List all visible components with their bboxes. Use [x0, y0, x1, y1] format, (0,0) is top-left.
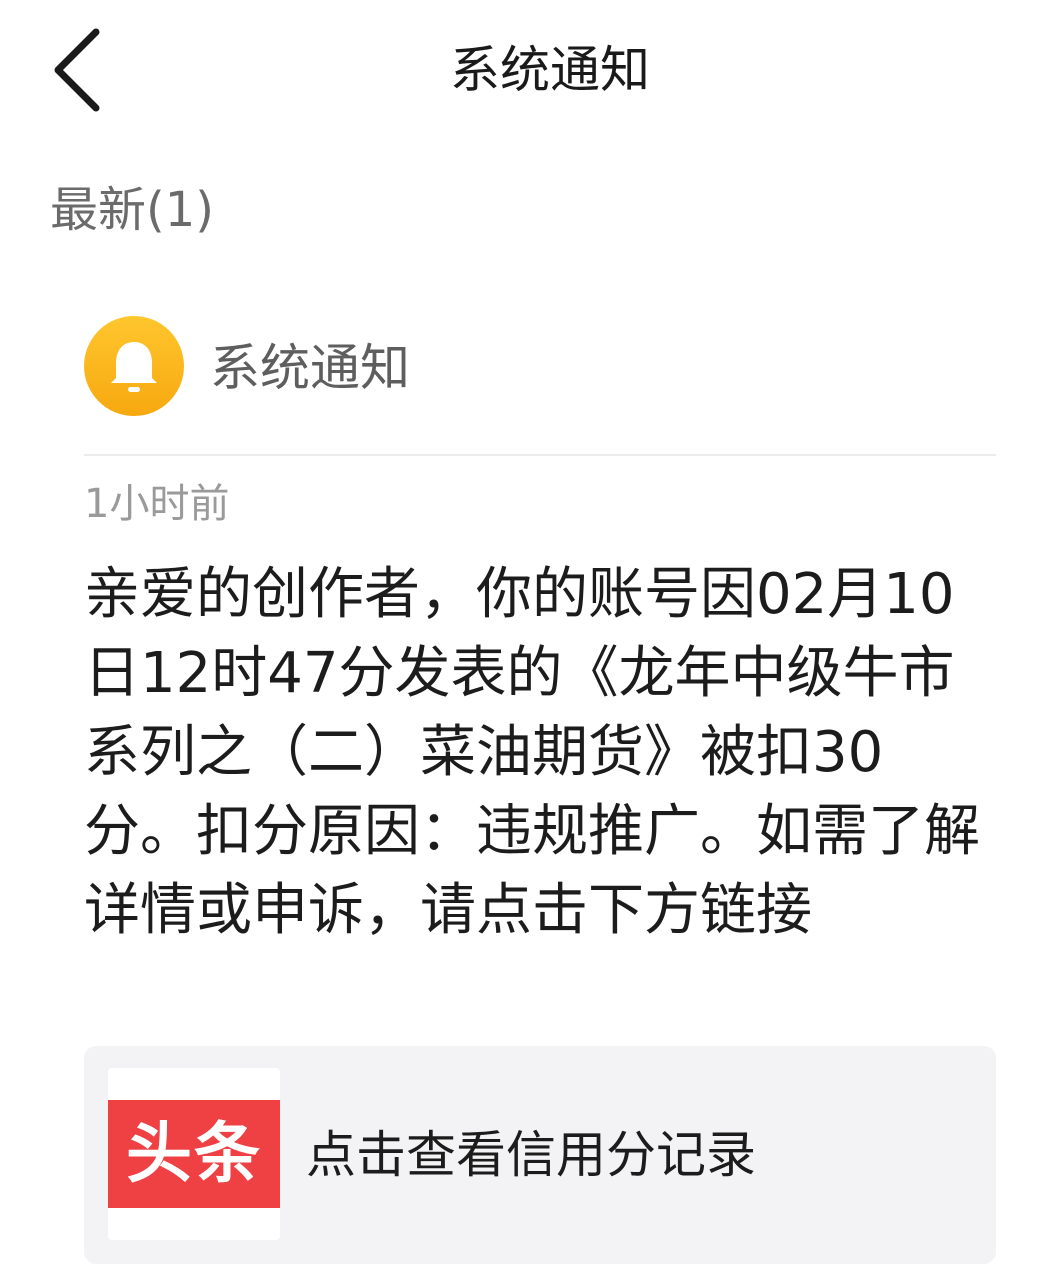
- credit-record-link[interactable]: 头条 点击查看信用分记录: [84, 1046, 996, 1264]
- logo-band: 头条: [108, 1100, 280, 1208]
- notification-header: 系统通知: [84, 300, 996, 456]
- notification-card: 系统通知 1小时前 亲爱的创作者，你的账号因02月10日12时47分发表的《龙年…: [84, 300, 996, 1270]
- notification-message: 亲爱的创作者，你的账号因02月10日12时47分发表的《龙年中级牛市系列之（二）…: [84, 562, 980, 943]
- logo-text: 头条: [126, 1115, 262, 1192]
- link-label: 点击查看信用分记录: [306, 1126, 756, 1184]
- avatar: [84, 316, 184, 416]
- bell-icon: [111, 342, 157, 392]
- page-title: 系统通知: [450, 41, 650, 99]
- nav-bar: 系统通知: [0, 0, 1039, 140]
- section-label: 最新(1): [50, 182, 214, 238]
- notification-time: 1小时前: [84, 481, 230, 527]
- toutiao-logo: 头条: [108, 1068, 280, 1240]
- notification-sender: 系统通知: [210, 339, 410, 397]
